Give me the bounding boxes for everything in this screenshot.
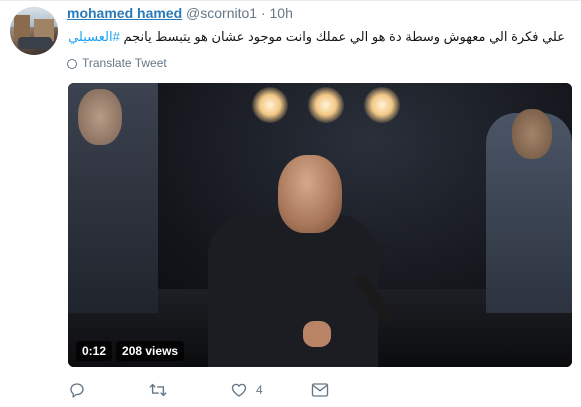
direct-message-button[interactable]: [311, 379, 337, 401]
video-player[interactable]: 0:12 208 views: [68, 83, 572, 367]
video-views: 208 views: [116, 341, 185, 361]
person-right: [486, 109, 572, 313]
retweet-icon: [149, 383, 167, 397]
person-right-head: [512, 109, 552, 159]
header-separator: ·: [260, 5, 266, 21]
video-overlay: 0:12 208 views: [76, 341, 188, 361]
tweet-body: علي فكرة الي معهوش وسطة دة هو الي عملك و…: [123, 29, 565, 44]
person-left-head: [78, 89, 122, 145]
author-handle[interactable]: @scornito1: [186, 5, 257, 21]
tweet-header: mohamed hamed @scornito1 · 10h: [67, 5, 293, 21]
tweet-card[interactable]: mohamed hamed @scornito1 · 10h علي فكرة …: [0, 0, 581, 407]
avatar[interactable]: [10, 7, 58, 55]
translate-label: Translate Tweet: [82, 56, 167, 70]
stage-light: [364, 87, 400, 123]
singer-head: [278, 155, 342, 233]
envelope-icon: [311, 383, 329, 397]
stage-light: [308, 87, 344, 123]
like-count: 4: [256, 383, 263, 397]
translate-tweet-link[interactable]: Translate Tweet: [67, 56, 167, 70]
retweet-button[interactable]: [148, 379, 176, 401]
hashtag-link[interactable]: #العسيلي: [68, 29, 120, 44]
person-left: [68, 83, 158, 313]
heart-icon: [231, 383, 247, 397]
reply-icon: [70, 383, 84, 399]
tweet-timestamp[interactable]: 10h: [270, 5, 293, 21]
globe-icon: [67, 59, 77, 69]
tweet-actions: 4: [68, 379, 338, 401]
stage-light: [252, 87, 288, 123]
reply-button[interactable]: [68, 379, 94, 401]
singer-hand: [303, 321, 331, 347]
singer: [208, 145, 398, 367]
singer-body: [208, 215, 378, 367]
video-duration: 0:12: [76, 341, 113, 361]
like-button[interactable]: 4: [230, 379, 263, 401]
tweet-text: علي فكرة الي معهوش وسطة دة هو الي عملك و…: [68, 29, 565, 45]
author-name[interactable]: mohamed hamed: [67, 5, 182, 21]
avatar-car: [18, 37, 52, 49]
